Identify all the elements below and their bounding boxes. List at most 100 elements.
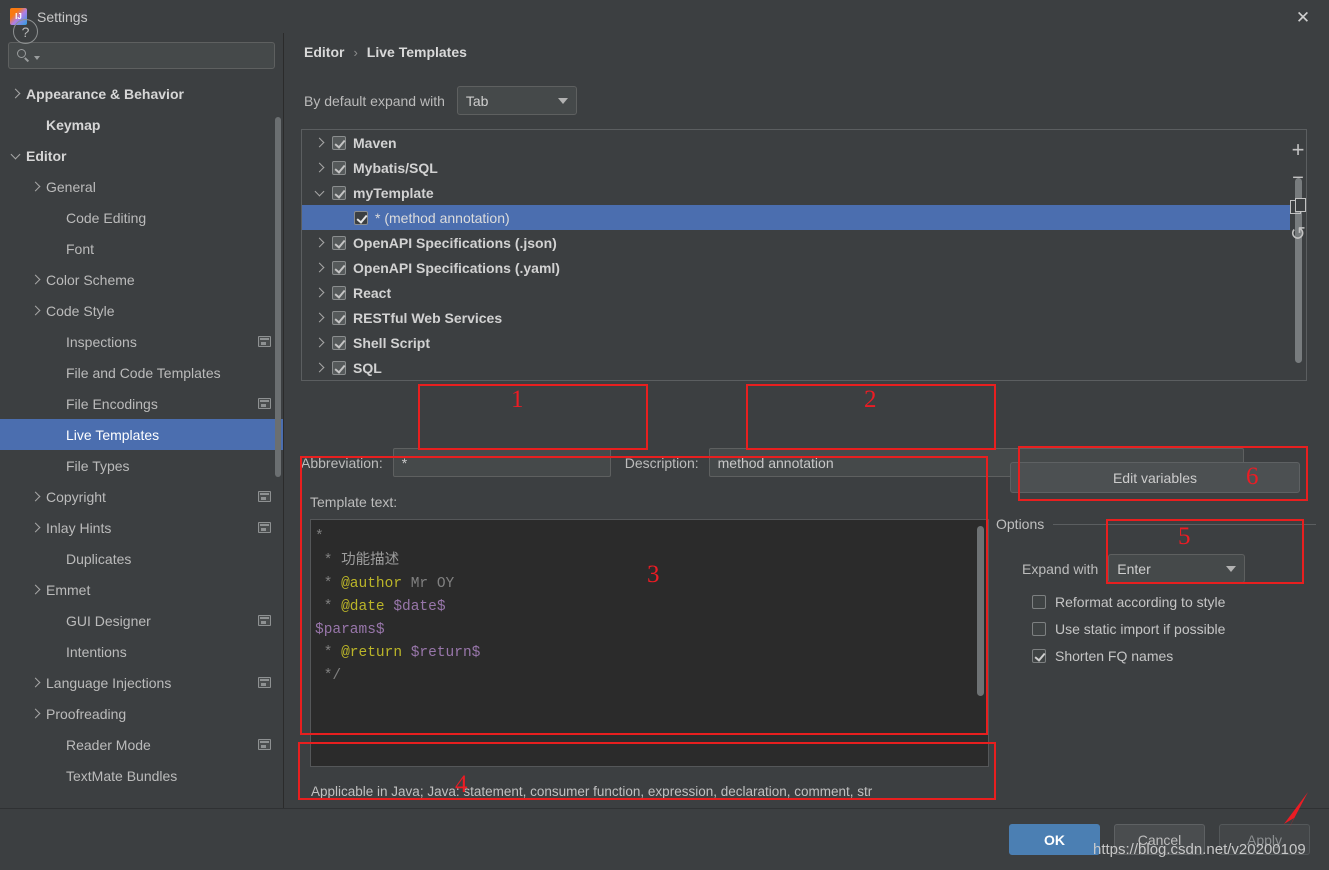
open-in-window-icon[interactable] bbox=[258, 677, 271, 688]
template-tree-row[interactable]: RESTful Web Services bbox=[302, 305, 1290, 330]
sidebar-item-file-encodings[interactable]: File Encodings bbox=[0, 388, 283, 419]
chevron-right-icon[interactable] bbox=[28, 489, 44, 505]
chevron-right-icon[interactable] bbox=[312, 310, 328, 326]
chevron-right-icon[interactable] bbox=[312, 160, 328, 176]
sidebar-item-duplicates[interactable]: Duplicates bbox=[0, 543, 283, 574]
chevron-right-icon[interactable] bbox=[312, 335, 328, 351]
sidebar-item-editor[interactable]: Editor bbox=[0, 140, 283, 171]
expand-with-row: Expand with Enter bbox=[996, 554, 1316, 583]
sidebar-item-appearance-behavior[interactable]: Appearance & Behavior bbox=[0, 78, 283, 109]
sidebar-item-live-templates[interactable]: Live Templates bbox=[0, 419, 283, 450]
revert-icon[interactable] bbox=[1283, 220, 1313, 248]
template-checkbox[interactable] bbox=[332, 135, 346, 150]
chevron-down-icon[interactable] bbox=[312, 185, 328, 201]
sidebar-item-color-scheme[interactable]: Color Scheme bbox=[0, 264, 283, 295]
sidebar-scrollbar[interactable] bbox=[275, 117, 281, 477]
sidebar-item-copyright[interactable]: Copyright bbox=[0, 481, 283, 512]
open-in-window-icon[interactable] bbox=[258, 615, 271, 626]
abbreviation-input-wrap[interactable] bbox=[392, 448, 611, 477]
template-tree-row[interactable]: SQL bbox=[302, 355, 1290, 380]
chevron-right-icon[interactable] bbox=[28, 303, 44, 319]
chevron-right-icon[interactable] bbox=[312, 260, 328, 276]
sidebar-item-keymap[interactable]: Keymap bbox=[0, 109, 283, 140]
template-tree-row[interactable]: myTemplate bbox=[302, 180, 1290, 205]
template-checkbox[interactable] bbox=[354, 210, 368, 225]
open-in-window-icon[interactable] bbox=[258, 491, 271, 502]
copy-icon[interactable] bbox=[1283, 192, 1313, 220]
checkbox-box[interactable] bbox=[1032, 595, 1046, 609]
sidebar-item-font[interactable]: Font bbox=[0, 233, 283, 264]
template-checkbox[interactable] bbox=[332, 310, 346, 325]
sidebar-item-textmate-bundles[interactable]: TextMate Bundles bbox=[0, 760, 283, 791]
sidebar-item-intentions[interactable]: Intentions bbox=[0, 636, 283, 667]
template-text-editor[interactable]: * * 功能描述 * @author Mr OY * @date $date$ $… bbox=[310, 519, 989, 767]
chevron-right-icon[interactable] bbox=[28, 675, 44, 691]
checkbox-box[interactable] bbox=[1032, 622, 1046, 636]
template-checkbox[interactable] bbox=[332, 360, 346, 375]
template-tree-row[interactable]: OpenAPI Specifications (.yaml) bbox=[302, 255, 1290, 280]
sidebar-item-general[interactable]: General bbox=[0, 171, 283, 202]
chevron-right-icon[interactable] bbox=[28, 706, 44, 722]
sidebar-item-reader-mode[interactable]: Reader Mode bbox=[0, 729, 283, 760]
chevron-right-icon[interactable] bbox=[8, 86, 24, 102]
template-tree-row[interactable]: Maven bbox=[302, 130, 1290, 155]
sidebar-item-inlay-hints[interactable]: Inlay Hints bbox=[0, 512, 283, 543]
chevron-right-icon[interactable] bbox=[28, 582, 44, 598]
sidebar-item-code-style[interactable]: Code Style bbox=[0, 295, 283, 326]
template-checkbox[interactable] bbox=[332, 285, 346, 300]
template-checkbox[interactable] bbox=[332, 185, 346, 200]
chevron-right-icon[interactable] bbox=[28, 179, 44, 195]
chevron-right-icon[interactable] bbox=[312, 235, 328, 251]
chevron-right-icon[interactable] bbox=[312, 360, 328, 376]
open-in-window-icon[interactable] bbox=[258, 522, 271, 533]
help-button[interactable]: ? bbox=[13, 19, 38, 44]
chevron-down-icon[interactable] bbox=[8, 148, 24, 164]
sidebar-item-inspections[interactable]: Inspections bbox=[0, 326, 283, 357]
sidebar-item-gui-designer[interactable]: GUI Designer bbox=[0, 605, 283, 636]
template-checkbox[interactable] bbox=[332, 260, 346, 275]
open-in-window-icon[interactable] bbox=[258, 336, 271, 347]
template-tree-row[interactable]: Shell Script bbox=[302, 330, 1290, 355]
breadcrumb-parent[interactable]: Editor bbox=[304, 44, 344, 60]
option-checkbox-use-static-import-if-possible[interactable]: Use static import if possible bbox=[996, 621, 1316, 637]
expand-with-dropdown[interactable]: Enter bbox=[1108, 554, 1246, 583]
sidebar-item-code-editing[interactable]: Code Editing bbox=[0, 202, 283, 233]
template-text-scrollbar[interactable] bbox=[977, 526, 984, 696]
minus-icon[interactable] bbox=[1283, 164, 1313, 192]
template-checkbox[interactable] bbox=[332, 335, 346, 350]
template-checkbox[interactable] bbox=[332, 160, 346, 175]
template-tree-row[interactable]: Mybatis/SQL bbox=[302, 155, 1290, 180]
template-row-label: Maven bbox=[353, 134, 397, 151]
ok-button[interactable]: OK bbox=[1009, 824, 1100, 855]
chevron-right-icon[interactable] bbox=[312, 135, 328, 151]
close-icon[interactable]: ✕ bbox=[1289, 4, 1317, 30]
template-tree-row[interactable]: React bbox=[302, 280, 1290, 305]
checkbox-box[interactable] bbox=[1032, 649, 1046, 663]
search-box[interactable] bbox=[8, 42, 275, 69]
search-input[interactable] bbox=[44, 48, 267, 63]
abbreviation-input[interactable] bbox=[401, 454, 602, 471]
option-checkbox-reformat-according-to-style[interactable]: Reformat according to style bbox=[996, 594, 1316, 610]
template-tree-row[interactable]: * (method annotation) bbox=[302, 205, 1290, 230]
sidebar-item-file-and-code-templates[interactable]: File and Code Templates bbox=[0, 357, 283, 388]
open-in-window-icon[interactable] bbox=[258, 398, 271, 409]
sidebar-item-label: Appearance & Behavior bbox=[26, 85, 184, 102]
template-tree-list: Maven Mybatis/SQL myTemplate * (method anno… bbox=[302, 130, 1290, 380]
open-in-window-icon[interactable] bbox=[258, 739, 271, 750]
sidebar-item-proofreading[interactable]: Proofreading bbox=[0, 698, 283, 729]
edit-variables-button[interactable]: Edit variables bbox=[1010, 462, 1300, 493]
sidebar-item-emmet[interactable]: Emmet bbox=[0, 574, 283, 605]
sidebar-item-language-injections[interactable]: Language Injections bbox=[0, 667, 283, 698]
chevron-right-icon[interactable] bbox=[28, 520, 44, 536]
template-tree-row[interactable]: OpenAPI Specifications (.json) bbox=[302, 230, 1290, 255]
sidebar-item-file-types[interactable]: File Types bbox=[0, 450, 283, 481]
plus-icon[interactable] bbox=[1283, 136, 1313, 164]
chevron-right-icon[interactable] bbox=[28, 272, 44, 288]
option-checkbox-shorten-fq-names[interactable]: Shorten FQ names bbox=[996, 648, 1316, 664]
template-checkbox[interactable] bbox=[332, 235, 346, 250]
chevron-right-icon[interactable] bbox=[312, 285, 328, 301]
default-expand-dropdown[interactable]: Tab bbox=[456, 86, 577, 115]
